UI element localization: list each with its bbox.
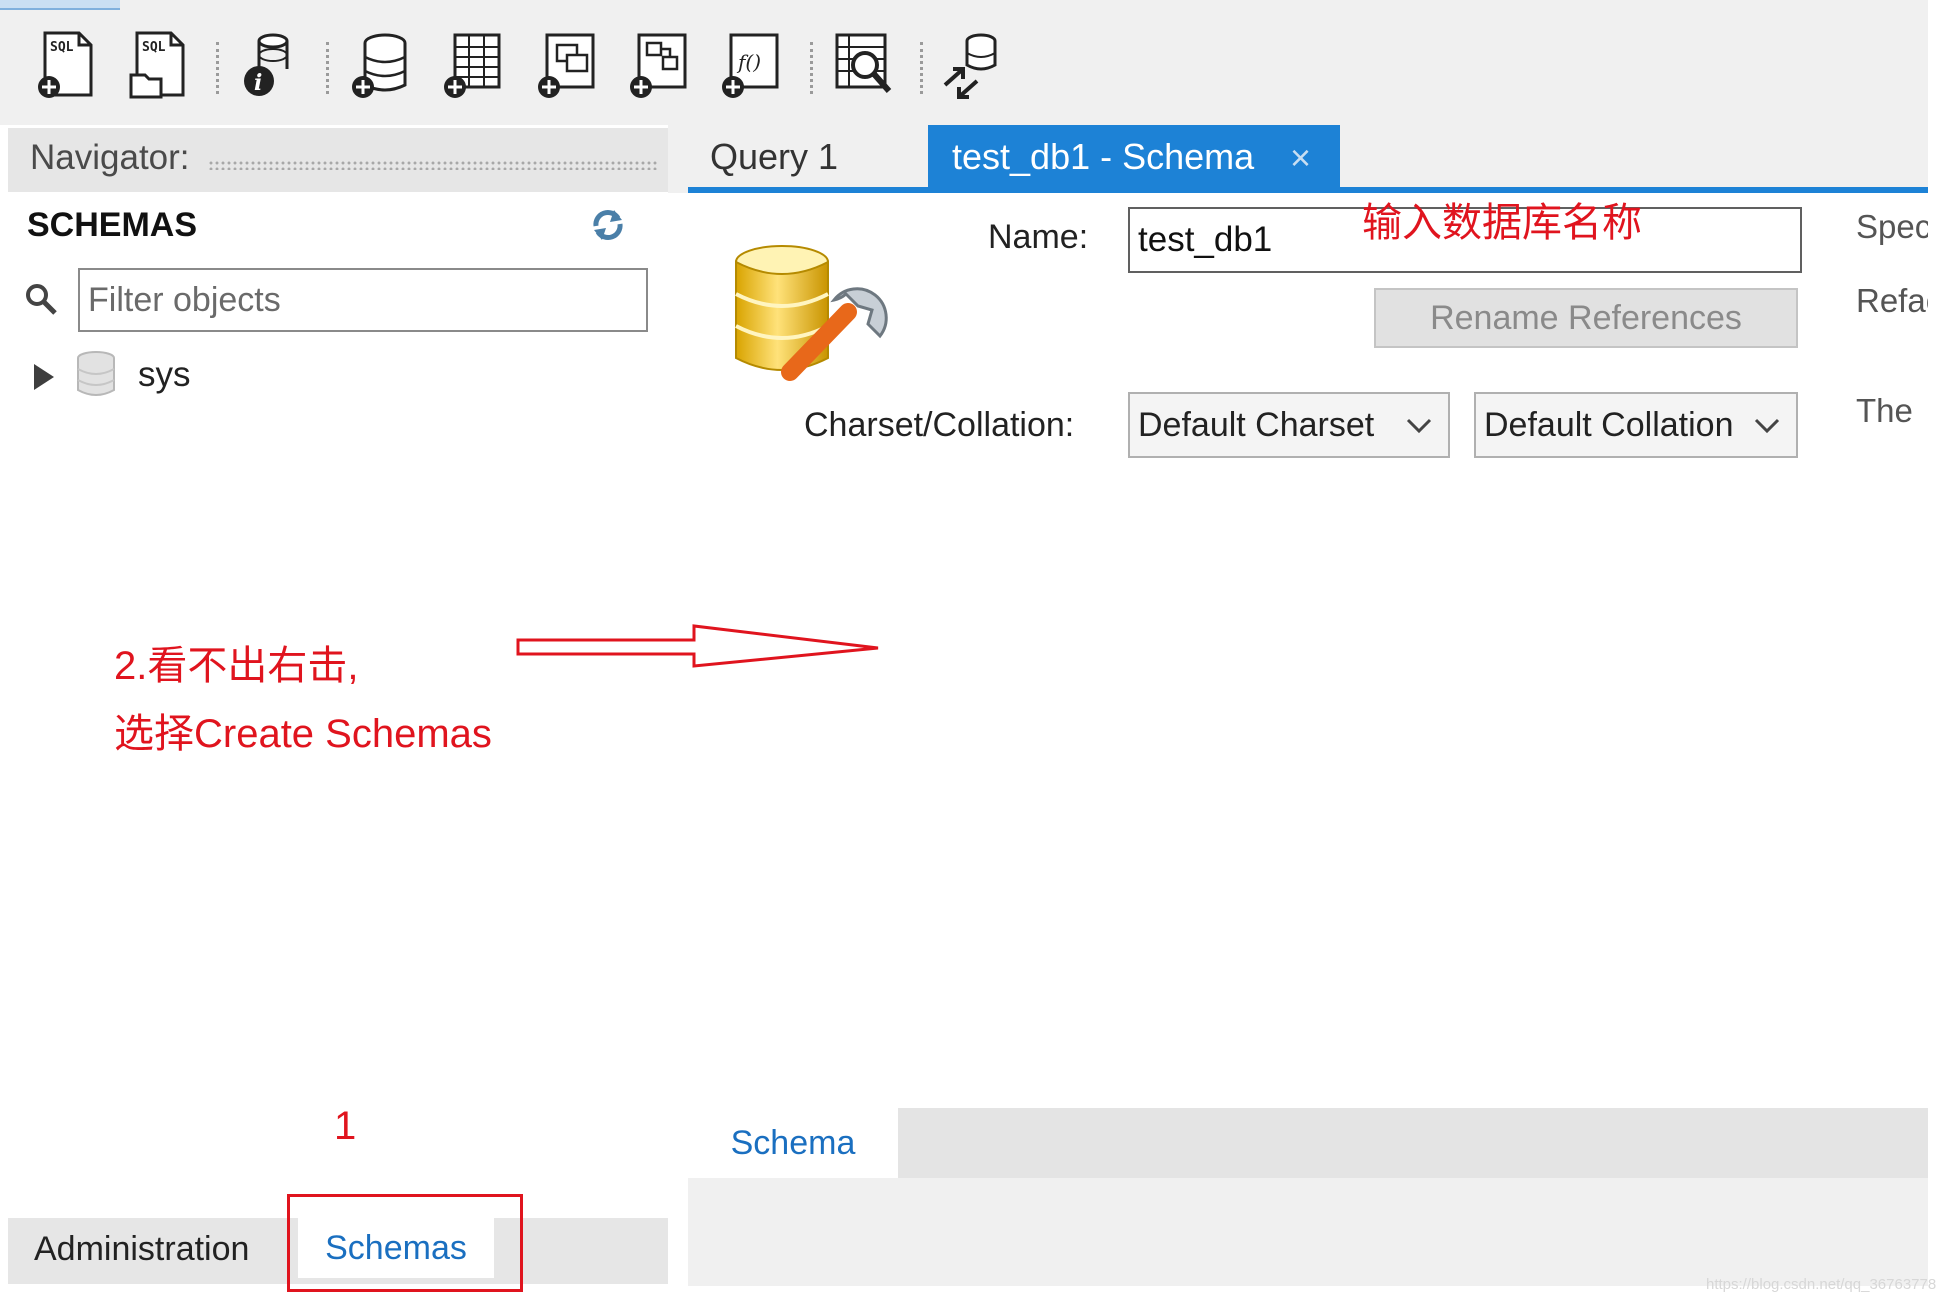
annotation-step-2-line2: 选择Create Schemas (114, 712, 492, 756)
reconnect-button[interactable] (940, 28, 1006, 102)
charset-select[interactable]: Default Charset (1128, 392, 1450, 458)
create-function-icon: f() (722, 33, 779, 98)
tab-test-db1-schema[interactable]: test_db1 - Schema × (928, 125, 1340, 189)
schema-editor-icon (735, 245, 888, 381)
rename-references-button[interactable]: Rename References (1374, 288, 1798, 348)
help-text-refac: Refac (1856, 282, 1928, 319)
help-text-the: The (1856, 392, 1913, 429)
svg-text:f(): f() (736, 50, 761, 74)
new-sql-tab-icon: SQL (38, 31, 93, 98)
help-text-spec: Spec (1856, 208, 1928, 245)
expand-arrow-icon[interactable] (30, 362, 58, 392)
charset-collation-label: Charset/Collation: (804, 406, 1075, 444)
collation-select-value: Default Collation (1484, 405, 1734, 444)
watermark: https://blog.csdn.net/qq_36763778 (1706, 1276, 1937, 1293)
create-table-icon (444, 33, 501, 98)
inspector-icon: i (244, 33, 289, 96)
search-icon (26, 284, 57, 315)
search-table-data-icon (835, 33, 892, 93)
navigator-grip (208, 160, 658, 170)
chevron-down-icon (1406, 418, 1432, 434)
annotation-step-2-line1: 2.看不出右击, (114, 644, 359, 688)
tab-schema-bottom[interactable]: Schema (688, 1108, 898, 1178)
create-table-button[interactable] (440, 28, 506, 102)
create-schema-icon (352, 33, 407, 98)
schemas-section-title: SCHEMAS (27, 206, 198, 244)
create-view-button[interactable] (534, 28, 600, 102)
svg-text:i: i (254, 70, 262, 96)
open-sql-script-icon: SQL (129, 31, 185, 99)
annotation-step-2: 2.看不出右击, 选择Create Schemas (114, 632, 492, 768)
inspector-button[interactable]: i (236, 28, 302, 102)
tab-query-1[interactable]: Query 1 (690, 125, 930, 189)
create-procedure-button[interactable] (626, 28, 692, 102)
toolbar-separator (326, 42, 329, 94)
annotation-highlight-box (287, 1194, 523, 1292)
annotation-arrow-icon (516, 624, 879, 668)
create-view-icon (538, 33, 595, 98)
annotation-name-hint: 输入数据库名称 (1362, 201, 1642, 245)
toolbar-separator (216, 42, 219, 94)
reconnect-icon (943, 33, 997, 99)
tab-administration[interactable]: Administration (30, 1222, 253, 1276)
filter-objects-input[interactable] (78, 268, 648, 332)
close-icon[interactable]: × (1290, 137, 1311, 179)
create-procedure-icon (630, 33, 687, 98)
open-sql-script-button[interactable]: SQL (126, 28, 192, 102)
create-function-button[interactable]: f() (718, 28, 784, 102)
navigator-header: Navigator: (8, 128, 668, 192)
navigator-title: Navigator: (30, 138, 190, 177)
svg-text:SQL: SQL (50, 40, 74, 55)
tree-item-sys[interactable]: sys (138, 355, 191, 395)
toolbar-top-accent (0, 0, 120, 10)
database-icon (77, 351, 115, 396)
search-table-data-button[interactable] (830, 28, 896, 102)
svg-text:SQL: SQL (142, 40, 166, 55)
create-schema-button[interactable] (348, 28, 414, 102)
toolbar-separator (920, 42, 923, 94)
new-sql-tab-button[interactable]: SQL (34, 28, 100, 102)
chevron-down-icon (1754, 418, 1780, 434)
tab-schema-label: test_db1 - Schema (952, 136, 1255, 177)
name-label: Name: (988, 218, 1089, 256)
collation-select[interactable]: Default Collation (1474, 392, 1798, 458)
charset-select-value: Default Charset (1138, 405, 1375, 444)
annotation-step-1: 1 (334, 1104, 357, 1148)
editor-lower-area (688, 1178, 1928, 1286)
toolbar-separator (810, 42, 813, 94)
refresh-icon[interactable] (588, 208, 628, 242)
